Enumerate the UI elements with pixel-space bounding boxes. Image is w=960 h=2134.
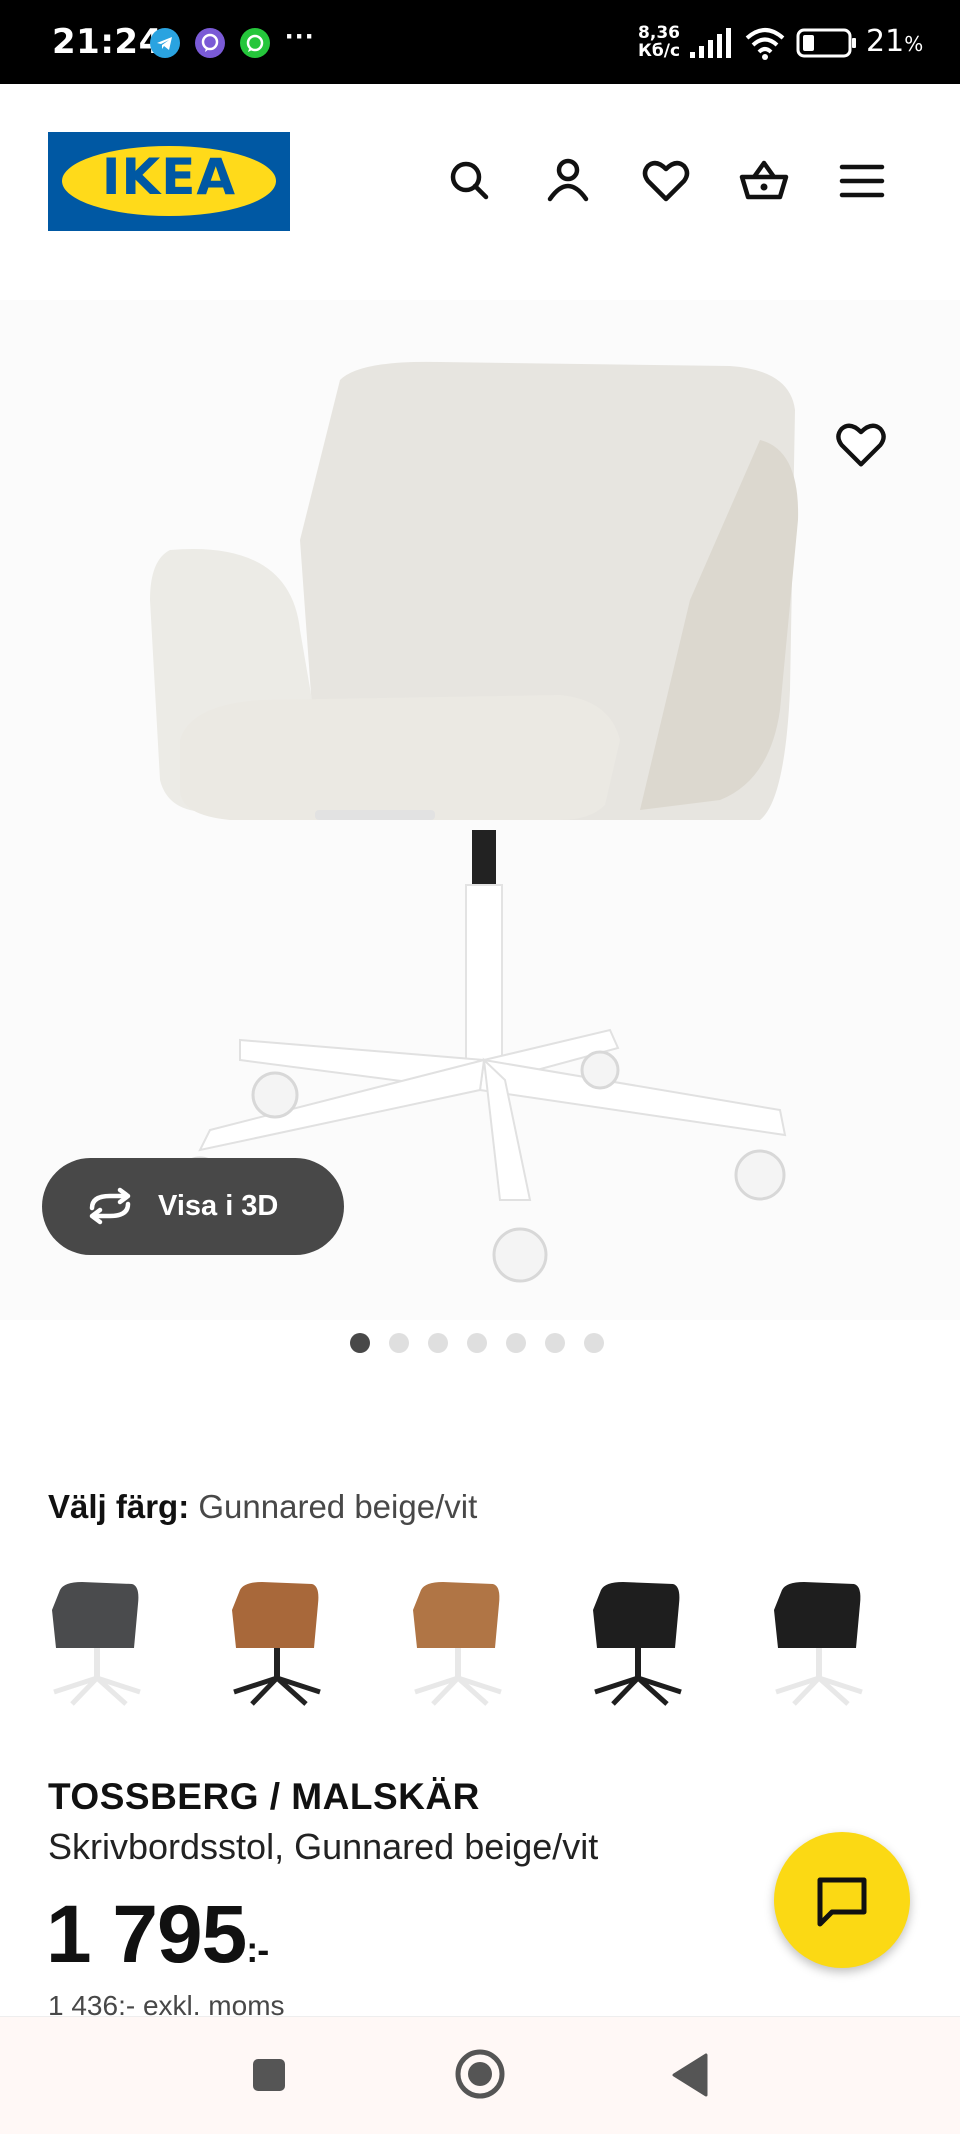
favorites-icon[interactable] (640, 155, 692, 207)
shopping-cart-icon[interactable] (738, 155, 790, 207)
color-value: Gunnared beige/vit (198, 1488, 478, 1525)
more-notifications-icon: ··· (285, 20, 315, 53)
back-icon[interactable] (670, 2053, 710, 2102)
color-label: Välj färg: (48, 1488, 190, 1525)
product-description: Skrivbordsstol, Gunnared beige/vit (48, 1826, 599, 1867)
pagination-dot[interactable] (467, 1333, 487, 1353)
pagination-dot[interactable] (428, 1333, 448, 1353)
add-to-favorites-icon[interactable] (833, 417, 889, 473)
price-suffix: :- (246, 1929, 269, 1970)
home-icon[interactable] (454, 2048, 506, 2105)
ikea-logo[interactable]: IKEA (48, 132, 290, 231)
color-option-brown-black[interactable] (222, 1570, 332, 1715)
pagination-dot[interactable] (545, 1333, 565, 1353)
pagination-dot[interactable] (584, 1333, 604, 1353)
chat-button[interactable] (774, 1832, 910, 1968)
menu-icon[interactable] (836, 155, 888, 207)
pagination-dot[interactable] (506, 1333, 526, 1353)
logo-text: IKEA (101, 148, 237, 206)
whatsapp-icon (240, 28, 270, 58)
account-icon[interactable] (542, 155, 594, 207)
view-in-3d-label: Visa i 3D (158, 1190, 279, 1222)
status-bar: 21:24 ··· 8,36 Кб/с 21% (0, 0, 960, 84)
color-option-dark-grey[interactable] (42, 1570, 152, 1715)
system-navigation-bar (0, 2016, 960, 2134)
product-price: 1 795:- (46, 1888, 269, 1982)
battery-icon (796, 28, 858, 63)
recent-apps-icon[interactable] (251, 2057, 287, 2098)
color-option-black-black[interactable] (583, 1570, 693, 1715)
price-value: 1 795 (46, 1889, 247, 1980)
search-icon[interactable] (444, 155, 496, 207)
chat-icon (814, 1874, 870, 1935)
viber-icon (195, 28, 225, 58)
wifi-icon (744, 26, 786, 65)
rotate-3d-icon (84, 1186, 136, 1231)
view-in-3d-button[interactable]: Visa i 3D (42, 1158, 344, 1255)
status-time: 21:24 (52, 22, 163, 62)
color-option-black-white[interactable] (764, 1570, 874, 1715)
signal-icon (688, 28, 732, 65)
pagination-dot[interactable] (389, 1333, 409, 1353)
color-selection: Välj färg: Gunnared beige/vit (48, 1488, 477, 1526)
color-option-brown-white[interactable] (403, 1570, 513, 1715)
product-name: TOSSBERG / MALSKÄR (48, 1776, 480, 1817)
pagination-dot[interactable] (350, 1333, 370, 1353)
battery-percent: 21% (866, 24, 924, 59)
network-speed: 8,36 Кб/с (638, 23, 681, 61)
telegram-icon (150, 28, 180, 58)
